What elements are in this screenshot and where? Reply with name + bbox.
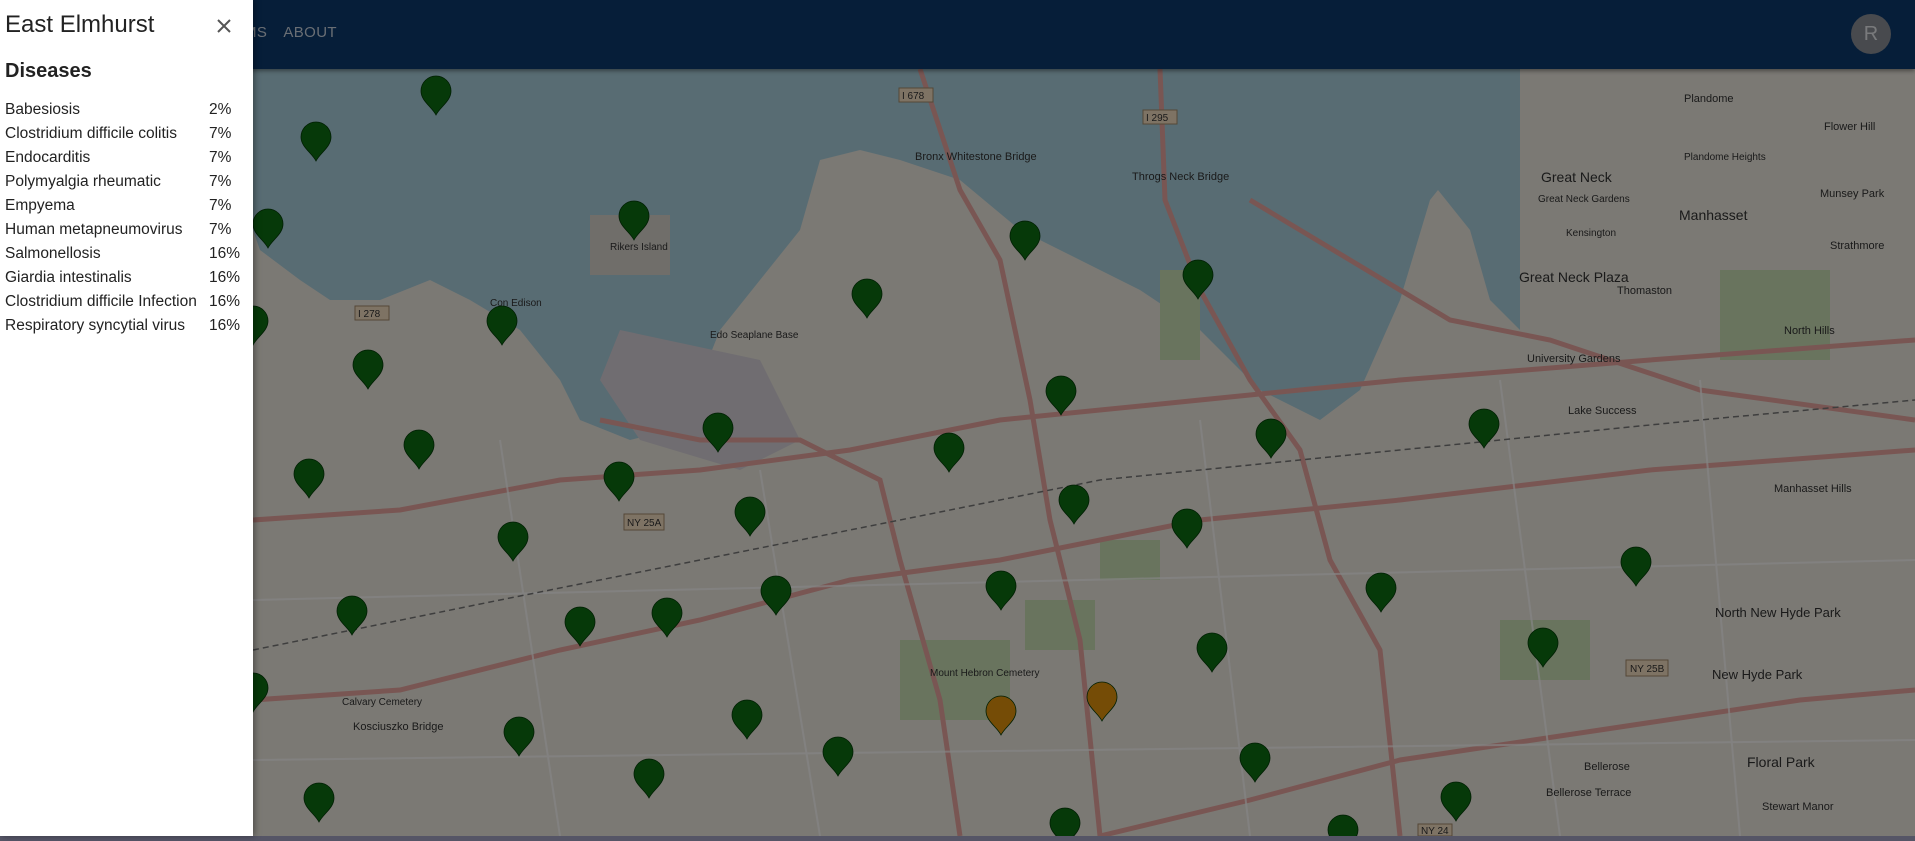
drawer-title: East Elmhurst (5, 11, 155, 38)
disease-percent: 16% (209, 245, 241, 262)
disease-percent: 7% (209, 125, 232, 142)
disease-percent: 16% (209, 269, 241, 286)
disease-row: Salmonellosis 16% (5, 242, 245, 266)
disease-name: Respiratory syncytial virus (5, 317, 186, 334)
disease-row: Clostridium difficile colitis 7% (5, 122, 245, 146)
disease-row: Endocarditis 7% (5, 146, 245, 170)
disease-percent: 16% (209, 317, 241, 334)
close-button[interactable] (212, 14, 236, 38)
disease-row: Human metapneumovirus 7% (5, 218, 245, 242)
disease-list: Babesiosis 2% Clostridium difficile colit… (5, 98, 245, 338)
disease-name: Salmonellosis (5, 245, 101, 262)
section-title-diseases: Diseases (5, 60, 92, 82)
disease-row: Respiratory syncytial virus 16% (5, 314, 245, 338)
disease-percent: 7% (209, 221, 232, 238)
disease-percent: 2% (209, 101, 232, 118)
disease-percent: 16% (209, 293, 241, 310)
disease-name: Babesiosis (5, 101, 80, 118)
disease-name: Giardia intestinalis (5, 269, 132, 286)
disease-row: Clostridium difficile Infection 16% (5, 290, 245, 314)
disease-percent: 7% (209, 173, 232, 190)
disease-name: Clostridium difficile colitis (5, 125, 177, 142)
detail-drawer: East Elmhurst Diseases Babesiosis 2% Clos… (0, 0, 253, 836)
disease-row: Empyema 7% (5, 194, 245, 218)
disease-name: Clostridium difficile Infection (5, 293, 197, 310)
disease-row: Babesiosis 2% (5, 98, 245, 122)
map-dim-overlay (0, 0, 1915, 836)
disease-name: Human metapneumovirus (5, 221, 183, 238)
disease-name: Endocarditis (5, 149, 91, 166)
disease-percent: 7% (209, 149, 232, 166)
disease-row: Polymyalgia rheumatic 7% (5, 170, 245, 194)
disease-name: Polymyalgia rheumatic (5, 173, 161, 190)
disease-row: Giardia intestinalis 16% (5, 266, 245, 290)
disease-name: Empyema (5, 197, 75, 214)
disease-percent: 7% (209, 197, 232, 214)
close-icon (217, 19, 231, 33)
